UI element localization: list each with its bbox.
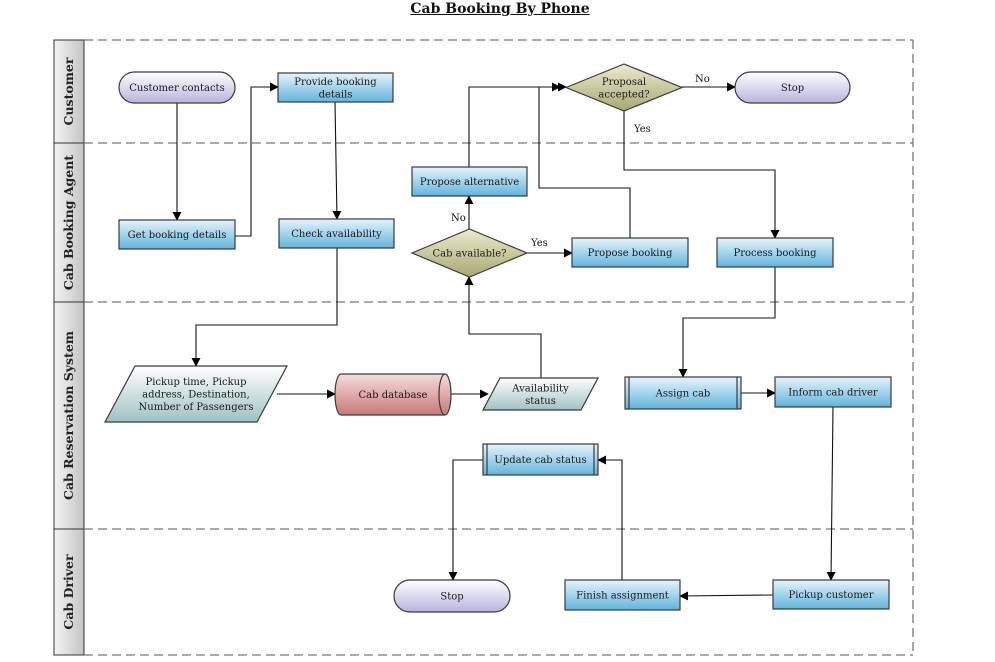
node-label: Update cab status	[494, 455, 586, 466]
node-proposal-accepted[interactable]: Proposalaccepted?	[564, 63, 684, 112]
edge-finish-assignment-to-update-status	[597, 455, 623, 580]
node-label: Proposal	[602, 77, 646, 88]
edge-availability-status-to-cab-available	[464, 276, 542, 378]
node-label: details	[319, 89, 353, 100]
node-stop-bottom[interactable]: Stop	[393, 579, 511, 613]
node-update-status[interactable]: Update cab status	[482, 443, 599, 476]
lane-agent: Cab Booking Agent	[53, 142, 85, 303]
edge-label: No	[451, 213, 466, 224]
swimlane-flowchart: Customer Cab Booking Agent Cab Reservation…	[53, 39, 914, 656]
node-label: Customer contacts	[129, 83, 224, 94]
node-label: Assign cab	[655, 389, 711, 400]
node-cab-available[interactable]: Cab available?	[410, 228, 529, 278]
edge-check-availability-to-pickup-data	[191, 248, 338, 367]
node-label: Process booking	[733, 248, 817, 259]
node-label: Number of Passengers	[139, 402, 254, 413]
edge-update-status-to-stop-bottom	[448, 459, 483, 581]
node-customer-contacts[interactable]: Customer contacts	[118, 71, 236, 104]
edge-label: Yes	[530, 238, 548, 249]
node-label: Pickup time, Pickup	[145, 377, 246, 388]
lane-driver: Cab Driver	[53, 528, 85, 656]
node-propose-alternative[interactable]: Propose alternative	[411, 166, 528, 197]
node-label: Stop	[440, 592, 463, 603]
edge-provide-details-to-check-availability	[332, 101, 342, 220]
node-label: Cab database	[359, 390, 428, 401]
node-process-booking[interactable]: Process booking	[716, 237, 834, 268]
node-label: Pickup customer	[789, 590, 874, 601]
lane-system: Cab Reservation System	[53, 301, 85, 530]
node-provide-details[interactable]: Provide bookingdetails	[277, 72, 394, 103]
edge-process-booking-to-assign-cab	[678, 267, 776, 378]
lane-label: Cab Booking Agent	[61, 155, 76, 290]
lane-label: Cab Driver	[61, 554, 76, 630]
lane-label: Customer	[61, 57, 76, 125]
node-cab-database[interactable]: Cab database	[334, 373, 452, 416]
edge-pickup-customer-to-finish-assignment	[679, 591, 774, 601]
node-finish-assignment[interactable]: Finish assignment	[564, 579, 681, 611]
node-inform-driver[interactable]: Inform cab driver	[774, 376, 892, 408]
node-label: accepted?	[598, 89, 649, 100]
node-availability-status[interactable]: Availability status	[482, 377, 599, 411]
node-label: Provide booking	[294, 77, 377, 88]
node-label: Propose booking	[588, 248, 673, 259]
node-label: Cab available?	[432, 249, 506, 260]
node-label: Check availability	[291, 229, 382, 240]
edge-label: Yes	[633, 124, 651, 135]
node-label: Stop	[781, 83, 804, 94]
node-assign-cab[interactable]: Assign cab	[624, 376, 742, 410]
node-get-details[interactable]: Get booking details	[118, 219, 236, 250]
edge-get-details-to-provide-details	[235, 82, 279, 237]
node-pickup-customer[interactable]: Pickup customer	[772, 579, 890, 610]
node-label: status	[525, 396, 556, 407]
lane-customer: Customer	[53, 39, 85, 144]
node-label: Inform cab driver	[788, 388, 878, 399]
edge-propose-alternative-to-proposal-accepted	[468, 82, 567, 167]
node-check-availability[interactable]: Check availability	[278, 218, 395, 249]
node-label: Finish assignment	[576, 591, 669, 602]
lane-label: Cab Reservation System	[61, 331, 76, 500]
node-label: Get booking details	[128, 230, 227, 241]
node-propose-booking[interactable]: Propose booking	[571, 237, 689, 268]
edge-propose-booking-to-proposal-accepted	[538, 82, 631, 238]
node-pickup-data[interactable]: Pickup time, Pickup address, Destination,…	[103, 365, 289, 423]
node-label: address, Destination,	[142, 390, 250, 401]
node-stop-top[interactable]: Stop	[734, 71, 851, 104]
edge-inform-driver-to-pickup-customer	[826, 406, 836, 581]
edge-label: No	[695, 74, 710, 85]
node-label: Availability	[511, 383, 569, 394]
node-label: Propose alternative	[420, 177, 519, 188]
